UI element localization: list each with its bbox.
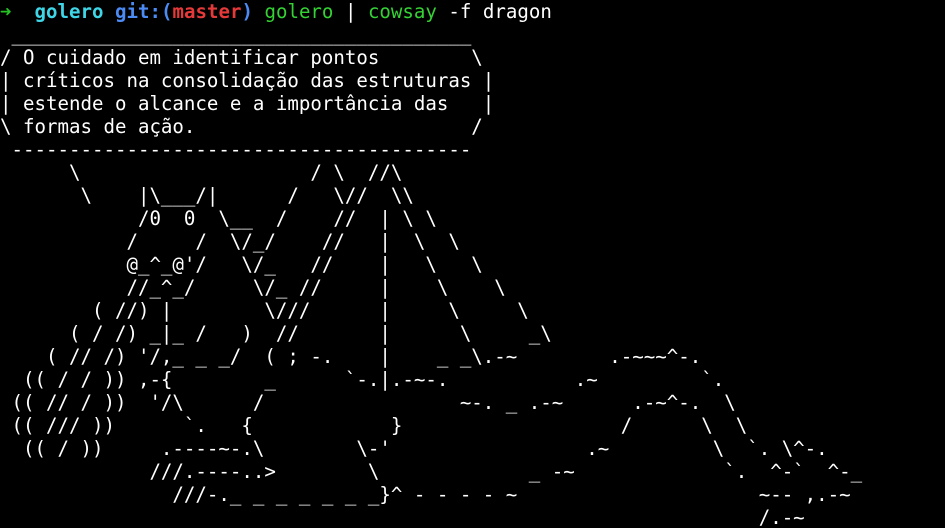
dragon-art-line: ( //) | \/// | \ \ — [0, 299, 529, 322]
command-name: golero — [264, 0, 334, 23]
dragon-art-line: / / \/_/ // | \ \ — [0, 230, 460, 253]
prompt-directory: golero — [34, 0, 104, 23]
dragon-art-line: ///.----..> \ _ -~ `. ^-` ^-_ — [0, 460, 863, 483]
dragon-art-line: \ / \ //\ — [0, 161, 403, 184]
speech-bubble-line: \ formas de ação. / — [0, 115, 483, 138]
dragon-art-line: @_^_@'/ \/_ // | \ \ — [0, 253, 483, 276]
speech-bubble-bottom: ---------------------------------------- — [0, 138, 472, 161]
prompt-git-branch: master — [172, 0, 242, 23]
dragon-art-line: (( / / )) ,-{ _ `-.|.-~-. .~ `. — [0, 368, 725, 391]
dragon-art-line: /0 0 \__ / // | \ \ — [0, 207, 437, 230]
dragon-art-line: ( // /) '/,_ _ _/ ( ; -. | _ _\.-~ .-~~~… — [0, 345, 702, 368]
speech-bubble-top: ________________________________________ — [0, 23, 472, 46]
dragon-art-line: (( / )) .----~-.\ \-' .~ \ `. \^-. — [0, 437, 828, 460]
dragon-art-line: //_^_/ \/_ // | \ \ — [0, 276, 506, 299]
prompt-git-close: ) — [241, 0, 253, 23]
dragon-art-line: (( /// )) `. { } / \ \ — [0, 414, 748, 437]
command-args: -f dragon — [448, 0, 552, 23]
dragon-art-line: \ |\___/| / \// \\ — [0, 184, 414, 207]
dragon-art-line: (( // / )) '/\ / ~-. _ .-~ .-~^-. \ — [0, 391, 736, 414]
command-cowsay: cowsay — [367, 0, 437, 23]
command-pipe: | — [344, 0, 357, 23]
dragon-art-line: ( / /) _|_ / ) // | \ _\ — [0, 322, 552, 345]
speech-bubble-line: | críticos na consolidação das estrutura… — [0, 69, 495, 92]
prompt-arrow-icon: ➜ — [0, 0, 12, 23]
dragon-art-line: ///-._ _ _ _ _ _ _}^ - - - - ~ ~-- ,.-~ — [0, 483, 851, 506]
prompt-line: ➜ golero git:(master) golero | cowsay -f… — [0, 0, 552, 23]
speech-bubble-line: / O cuidado em identificar pontos \ — [0, 46, 483, 69]
dragon-art-line: /.-~ — [0, 506, 805, 528]
terminal-window[interactable]: ➜ golero git:(master) golero | cowsay -f… — [0, 0, 945, 528]
prompt-git-label: git:( — [114, 0, 173, 23]
speech-bubble-line: | estende o alcance e a importância das … — [0, 92, 495, 115]
